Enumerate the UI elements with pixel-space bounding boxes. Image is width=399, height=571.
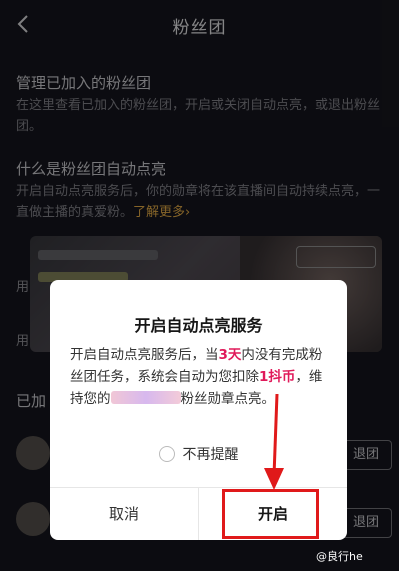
watermark: @良行he (316, 550, 363, 563)
blurred-streamer-name (110, 391, 181, 404)
dialog-text: 开启自动点亮服务后，当 (70, 347, 219, 363)
annotation-arrow-icon (264, 393, 284, 490)
dialog-title: 开启自动点亮服务 (134, 316, 263, 335)
no-remind-checkbox[interactable]: 不再提醒 (50, 444, 347, 464)
checkbox-circle-icon[interactable] (158, 446, 175, 462)
dialog-days-highlight: 3天 (218, 347, 242, 363)
no-remind-label: 不再提醒 (182, 447, 239, 463)
cancel-button[interactable]: 取消 (50, 488, 198, 540)
dialog-body: 开启自动点亮服务后，当3天内没有完成粉丝团任务，系统会自动为您扣除1抖币，维持您… (70, 344, 332, 410)
annotation-highlight-box (222, 489, 319, 539)
fan-club-page: 粉丝团 管理已加入的粉丝团 在这里查看已加入的粉丝团，开启或关闭自动点亮，或退出… (0, 0, 399, 571)
dialog-coin-highlight: 1抖币 (259, 369, 296, 385)
